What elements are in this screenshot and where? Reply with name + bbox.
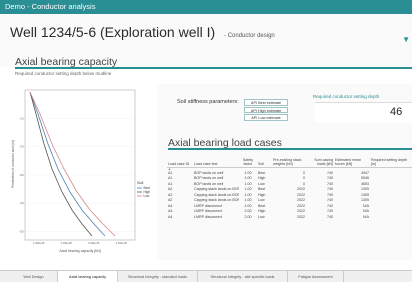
tab-fatigue-assessment[interactable]: Fatigue Assessment <box>288 271 344 282</box>
x-tick-label: 2.00E+05 <box>61 241 73 245</box>
table-header-row: Load case ID Load case text Safety facto… <box>167 151 412 168</box>
app-title-bar: Demo - Conductor analysis <box>0 0 412 14</box>
y-tick-label: -20 <box>19 145 24 149</box>
table-cell: 2022 <box>297 214 305 219</box>
table-cell: 2.00 <box>244 214 252 219</box>
plot-area <box>24 89 136 241</box>
table-cell <box>370 215 412 221</box>
setting-depth-card: 46 m <box>315 102 412 122</box>
col-header[interactable]: Sum casing loads [kN] <box>306 151 334 168</box>
col-header[interactable]: Soil <box>257 151 272 168</box>
x-axis-label: Axial bearing capacity [kN] <box>59 249 100 253</box>
table-cell: A4 <box>168 214 173 219</box>
section-subtitle: Required conductor setting depth below m… <box>15 71 112 76</box>
col-header[interactable]: Required setting depth [m] <box>370 151 412 168</box>
soil-option-low[interactable]: API Low estimate <box>244 114 288 121</box>
col-header[interactable]: Load case ID <box>167 151 193 168</box>
load-cases-divider <box>168 148 412 150</box>
tab-bar: Well Design Axial bearing capacity Struc… <box>0 270 412 282</box>
col-header[interactable]: Safety factor <box>239 151 257 168</box>
app-title: Demo - Conductor analysis <box>5 2 96 11</box>
x-tick-label: 1.00E+05 <box>33 241 45 245</box>
table-cell: Low <box>258 214 265 219</box>
chevron-down-icon[interactable]: ▼ <box>402 35 410 44</box>
x-tick-label: 4.00E+05 <box>116 241 128 245</box>
setting-depth-label: Required conductor setting depth <box>313 94 380 99</box>
x-tick-label: 3.00E+05 <box>88 241 100 245</box>
table-cell: Capping stack lands on BOP <box>194 198 239 202</box>
y-tick-label: -10 <box>19 116 24 120</box>
table-cell: Capping stack lands on BOP <box>194 187 239 191</box>
results-panel: Soil stiffness parameters: API Best esti… <box>157 84 412 260</box>
section-divider <box>15 67 412 69</box>
page-subtitle: - Conductor design <box>224 33 275 39</box>
well-title: Well 1234/5-6 (Exploration well I) <box>10 24 216 40</box>
y-tick-label: -40 <box>19 201 24 205</box>
table-cell: N/A <box>363 214 369 219</box>
soil-stiffness-label: Soil stiffness parameters: <box>177 99 239 105</box>
setting-depth-value: 46 <box>390 106 403 118</box>
axial-capacity-chart: -10 -20 -30 -40 -50 1.00E+05 2.00E+05 3.00E+05… <box>10 84 160 260</box>
table-row[interactable]: A4 LMRP disconnect 2.00 Low 2022 740 N/A <box>167 215 412 221</box>
tab-axial-bearing-capacity[interactable]: Axial bearing capacity <box>58 271 118 282</box>
soil-option-best[interactable]: API Best estimate <box>244 99 288 106</box>
soil-option-high[interactable]: API High estimate <box>244 106 288 113</box>
legend: Soil BestHighLow <box>137 181 150 198</box>
y-tick-label: -50 <box>19 230 24 234</box>
tab-structural-site-specific[interactable]: Structural Integrity - site specific loa… <box>198 271 288 282</box>
y-axis-label: Penetration of conductor shoe [m] <box>11 140 15 188</box>
table-cell: LMRP disconnect <box>194 214 223 219</box>
tab-well-design[interactable]: Well Design <box>10 271 58 282</box>
col-header[interactable]: Load case text <box>193 151 239 168</box>
col-header[interactable]: Estimated mean forces [kN] <box>334 151 370 168</box>
col-header[interactable]: Pre-existing stack weights [kN] <box>272 151 306 168</box>
page-title: Well 1234/5-6 (Exploration well I) - Con… <box>10 24 275 40</box>
legend-label: Low <box>144 194 151 198</box>
tab-structural-standard[interactable]: Structural Integrity - standard loads <box>118 271 198 282</box>
table-cell: 740 <box>327 214 333 219</box>
y-tick-label: -30 <box>19 173 24 177</box>
legend-title: Soil <box>137 181 143 185</box>
load-cases-table: Load case ID Load case text Safety facto… <box>167 151 412 220</box>
